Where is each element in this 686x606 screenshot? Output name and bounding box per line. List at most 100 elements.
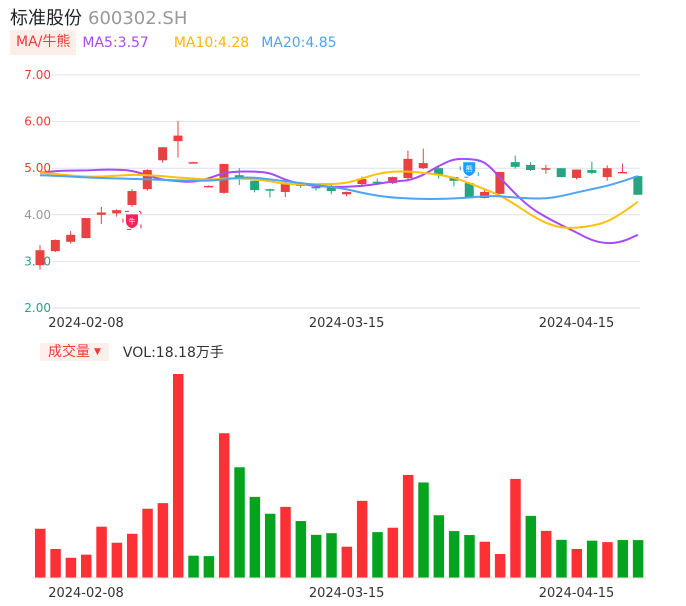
candle-body (342, 191, 352, 195)
candle (173, 121, 183, 158)
volume-bar (433, 515, 445, 578)
volume-bar (632, 540, 644, 578)
stock-chart[interactable]: 7.006.005.004.003.002.00牛熊2024-02-082024… (0, 0, 686, 606)
y-tick-label: 6.00 (24, 115, 51, 129)
volume-bar (65, 557, 77, 578)
volume-bar (203, 556, 215, 578)
volume-bar (172, 374, 184, 578)
candle-body (541, 168, 551, 170)
x-tick-label: 2024-04-15 (539, 586, 615, 601)
candle (541, 164, 551, 174)
candle-body (96, 212, 106, 215)
candle-body (250, 180, 260, 191)
candle-body (311, 186, 321, 189)
volume-bar (356, 500, 368, 578)
x-tick-label: 2024-02-08 (48, 586, 124, 601)
y-tick-label: 4.00 (24, 208, 51, 222)
candle-body (127, 191, 137, 206)
volume-bar (234, 467, 245, 578)
candle (556, 168, 566, 178)
volume-bar (218, 433, 230, 578)
volume-bar (80, 554, 92, 578)
volume-bar (96, 526, 107, 578)
candle-body (173, 135, 183, 142)
volume-bar (310, 534, 322, 578)
candle (265, 188, 275, 198)
volume-bar (571, 549, 583, 578)
volume-bar (494, 554, 506, 578)
volume-bar (402, 474, 414, 578)
candle (526, 162, 536, 171)
candle-body (602, 168, 612, 178)
volume-bar (264, 513, 276, 578)
candle (50, 239, 60, 253)
signal-label: 牛 (128, 216, 135, 225)
candle (188, 161, 198, 164)
volume-bar (602, 542, 613, 578)
volume-bar (295, 521, 307, 578)
candle (250, 180, 260, 193)
candle-body (112, 210, 122, 214)
candle-body (403, 158, 413, 178)
x-tick-label: 2024-02-08 (48, 316, 124, 331)
candle-body (158, 147, 168, 161)
volume-bar (479, 541, 491, 578)
candle-body (572, 169, 582, 178)
volume-bar (617, 540, 629, 578)
volume-bar (525, 515, 537, 578)
candle-body (204, 185, 214, 188)
volume-bar (126, 533, 138, 578)
volume-bar (387, 527, 399, 578)
candle (81, 218, 91, 239)
volume-bar (586, 540, 598, 578)
volume-bar (556, 539, 567, 578)
volume-bar (280, 506, 291, 578)
candle (418, 148, 428, 170)
candle (403, 150, 413, 182)
candle-body (510, 162, 520, 167)
volume-bar (448, 531, 460, 578)
candle-body (50, 239, 60, 252)
volume-bar (341, 546, 353, 578)
y-tick-label: 7.00 (24, 68, 51, 82)
candle (510, 155, 520, 169)
volume-bar (510, 478, 521, 578)
candle (572, 169, 582, 180)
signal-label: 熊 (466, 164, 473, 173)
x-tick-label: 2024-03-15 (309, 586, 385, 601)
x-tick-label: 2024-03-15 (309, 316, 385, 331)
candle (204, 185, 214, 188)
candle-body (618, 171, 628, 174)
candle-body (66, 234, 76, 242)
candle (158, 147, 168, 163)
candle-body (587, 170, 597, 173)
candle-body (265, 189, 275, 191)
x-tick-label: 2024-04-15 (539, 316, 615, 331)
candle-body (633, 176, 643, 195)
candle (96, 206, 106, 225)
volume-bar (157, 503, 169, 578)
volume-bar (111, 542, 123, 578)
candle-body (35, 250, 45, 266)
volume-bar (249, 496, 261, 578)
candle (342, 191, 352, 197)
volume-bar (142, 508, 153, 578)
candle-body (188, 162, 198, 164)
volume-bar (418, 482, 429, 578)
volume-bar (35, 528, 46, 578)
y-tick-label: 2.00 (24, 301, 51, 315)
bull-signal-icon: 牛 (122, 210, 142, 230)
volume-bar (50, 549, 61, 578)
volume-bar (464, 535, 475, 578)
volume-bar (326, 533, 337, 578)
candle (66, 231, 76, 244)
candle (112, 209, 122, 217)
candle-body (81, 218, 91, 239)
candle (127, 189, 137, 207)
candle-body (280, 184, 290, 192)
candle-body (526, 164, 536, 171)
candle-body (418, 163, 428, 169)
candle-body (556, 168, 566, 178)
candle (633, 175, 643, 195)
volume-bar (188, 555, 199, 578)
